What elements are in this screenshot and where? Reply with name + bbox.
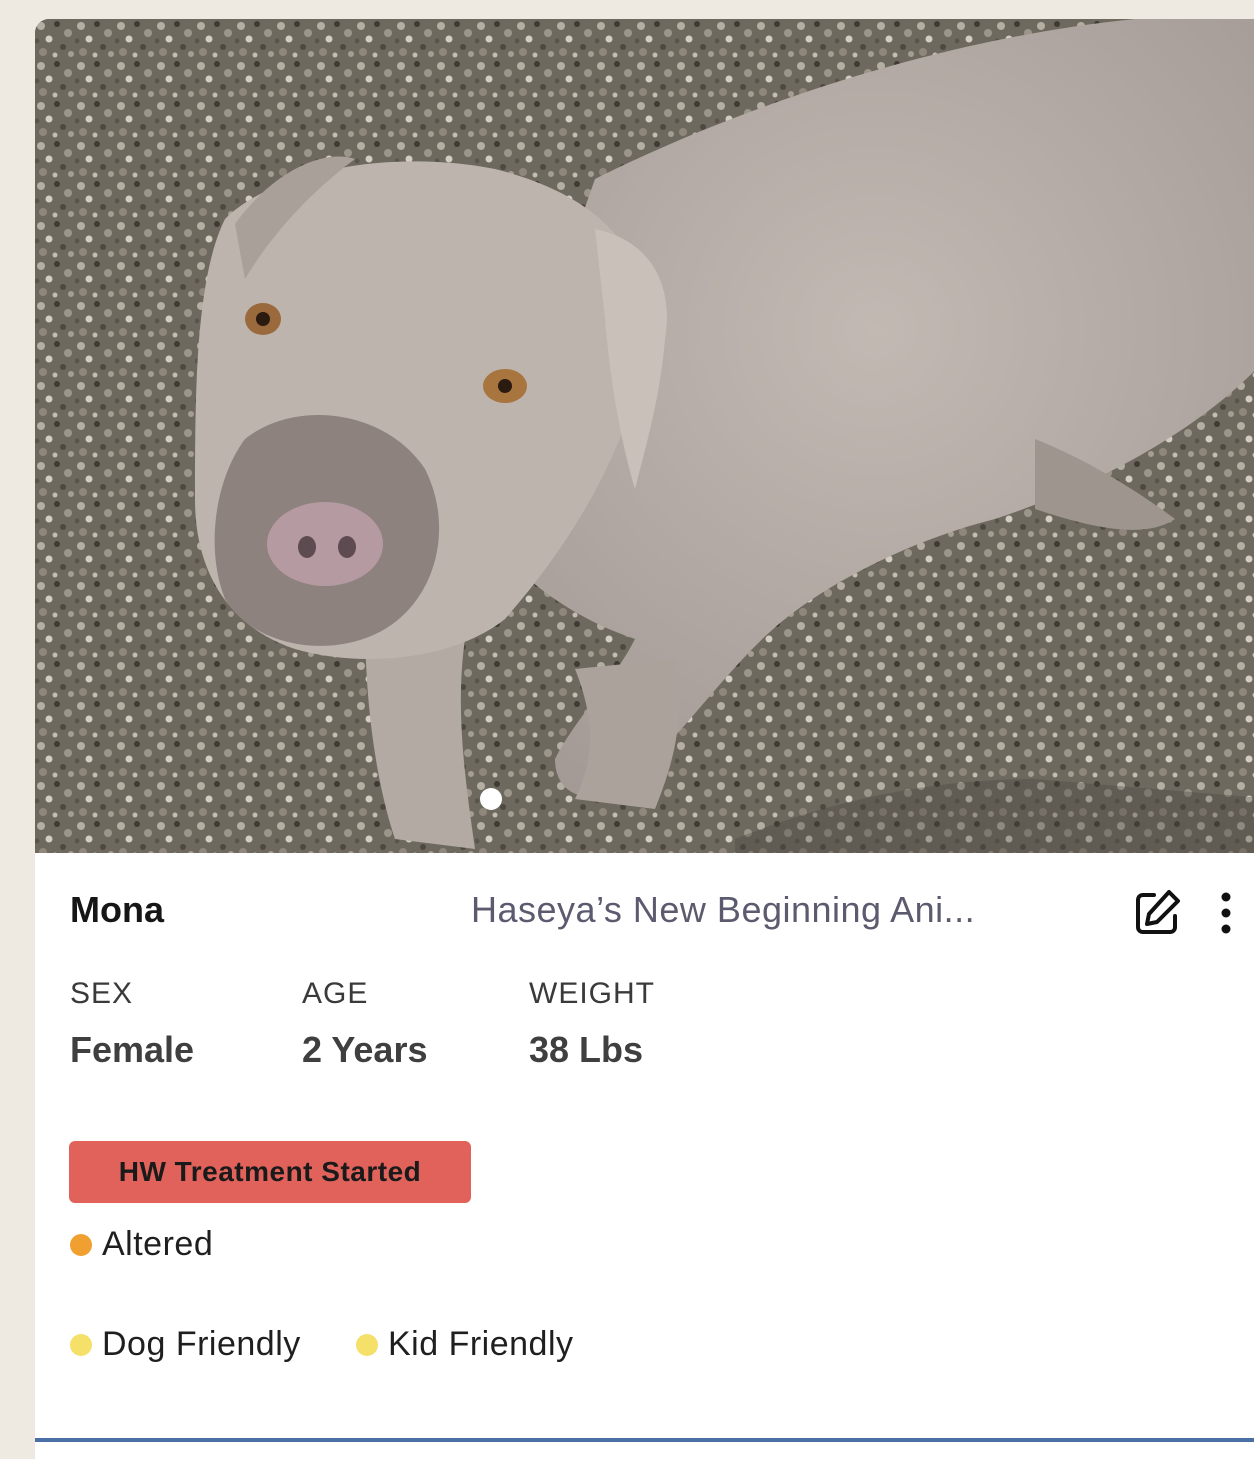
status-dot-icon [356,1333,378,1356]
tag-altered: Altered [70,1225,213,1264]
status-dot-icon [70,1333,92,1356]
card-divider [35,1438,1254,1442]
stat-age: AGE 2 Years [302,977,427,1071]
stat-label: SEX [70,977,134,1010]
stat-value: 38 Lbs [529,1029,644,1070]
animal-name[interactable]: Mona [70,889,164,931]
stat-label: WEIGHT [529,977,655,1010]
tag-label: Kid Friendly [388,1325,574,1363]
organization-name[interactable]: Haseya’s New Beginning Ani... [471,889,1061,931]
stat-value: Female [70,1029,195,1070]
status-badge: HW Treatment Started [69,1141,471,1203]
status-dot-icon [70,1233,92,1256]
dog-photo-illustration [35,19,1254,853]
more-vertical-icon[interactable] [1213,891,1239,935]
stat-value: 2 Years [302,1029,428,1070]
tag-label: Altered [102,1225,214,1263]
tag-label: Dog Friendly [102,1325,301,1363]
tag-kid-friendly: Kid Friendly [356,1325,574,1364]
tag-dog-friendly: Dog Friendly [70,1325,301,1364]
animal-card: Mona Haseya’s New Beginning Ani... SEX F… [35,19,1254,1459]
stat-label: AGE [302,977,369,1010]
stat-weight: WEIGHT 38 Lbs [529,977,655,1071]
animal-photo[interactable] [35,19,1254,853]
stat-sex: SEX Female [70,977,194,1071]
carousel-indicator-dot[interactable] [480,788,502,810]
edit-icon[interactable] [1132,888,1182,938]
